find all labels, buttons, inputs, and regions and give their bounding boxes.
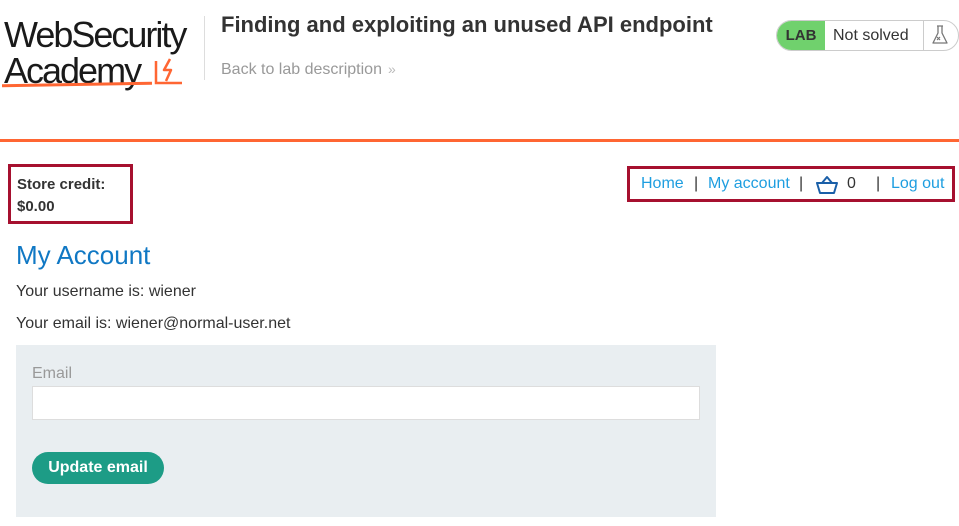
store-credit-box: Store credit: $0.00 <box>8 164 133 224</box>
store-credit-label: Store credit: <box>17 176 106 193</box>
header-divider <box>204 16 205 80</box>
email-line: Your email is: wiener@normal-user.net <box>16 315 291 332</box>
nav-my-account-link[interactable]: My account <box>708 175 790 193</box>
nav-separator: | <box>799 175 804 192</box>
lab-title: Finding and exploiting an unused API end… <box>221 12 713 37</box>
status-separator <box>923 21 924 50</box>
nav-separator: | <box>876 175 881 192</box>
nav-home-link[interactable]: Home <box>641 175 684 193</box>
flask-icon <box>932 25 948 44</box>
double-chevron-right-icon: » <box>387 61 396 77</box>
web-security-academy-logo[interactable]: WebSecurity Academy <box>1 14 204 91</box>
email-field[interactable] <box>32 386 700 420</box>
page-title: My Account <box>16 240 151 270</box>
nav-separator: | <box>694 175 699 192</box>
lab-status-text: Not solved <box>833 27 909 44</box>
shopping-basket-icon[interactable] <box>816 175 838 195</box>
lab-badge: LAB <box>777 21 825 50</box>
store-credit-value: $0.00 <box>17 198 55 215</box>
back-to-lab-description-link[interactable]: Back to lab description » <box>221 61 396 79</box>
header-orange-rule <box>0 139 959 142</box>
update-email-button[interactable]: Update email <box>32 452 164 484</box>
update-email-form: Email Update email <box>16 345 716 517</box>
email-label: Email <box>32 365 73 382</box>
lab-status-widget: LAB Not solved <box>776 20 959 51</box>
cart-count[interactable]: 0 <box>847 175 856 193</box>
logo-bolt-icon <box>154 58 182 85</box>
back-link-label: Back to lab description <box>221 61 382 78</box>
academy-header: WebSecurity Academy Finding and exploiti… <box>0 0 959 141</box>
nav-log-out-link[interactable]: Log out <box>891 175 944 193</box>
logo-line-1: WebSecurity <box>4 14 187 55</box>
top-nav: Home | My account | 0 | Log out <box>627 166 955 202</box>
username-line: Your username is: wiener <box>16 283 196 300</box>
